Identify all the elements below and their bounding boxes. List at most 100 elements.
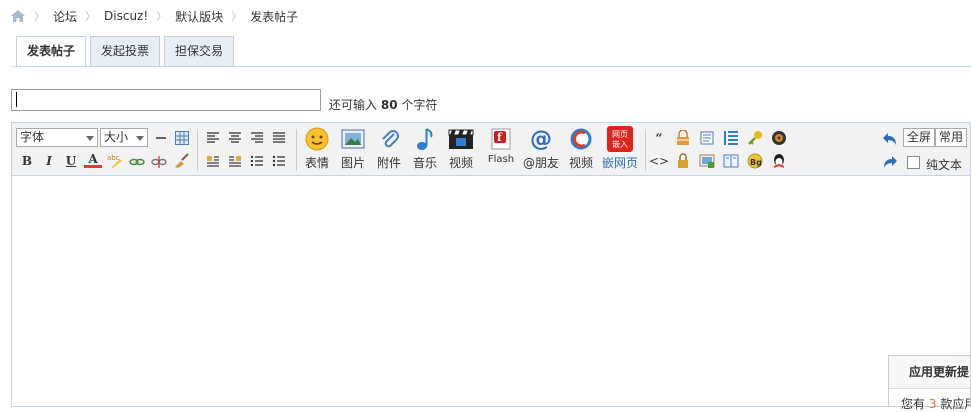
font-color-button[interactable]: A [84,152,102,168]
remaining-count: 80 [380,98,398,112]
remaining-prefix: 还可输入 [329,98,378,112]
tab-trade[interactable]: 担保交易 [164,36,235,66]
emoji-label: 表情 [304,156,329,170]
at-sign-icon: @ [530,126,552,152]
breadcrumb-separator: 〉 [156,10,168,23]
app-update-notification: 应用更新提 您有 3 款应用 [888,355,971,411]
align-left-icon[interactable] [204,129,222,147]
video-site-icon [568,126,594,152]
image-button[interactable]: 图片 [335,126,371,174]
sound-icon[interactable] [770,129,788,147]
align-right-icon[interactable] [248,129,266,147]
justify-icon[interactable] [270,129,288,147]
toolbar-separator [296,129,297,171]
link-icon[interactable] [128,152,146,170]
code-icon[interactable]: <> [649,152,669,170]
video-label: 视频 [448,156,473,170]
breadcrumb-default-board[interactable]: 默认版块 [175,8,223,25]
paging-icon[interactable] [722,129,740,147]
text-caret [16,92,17,107]
embed-icon-text: 网页 嵌入 [612,130,628,149]
undo-icon[interactable] [881,130,899,148]
tab-poll[interactable]: 发起投票 [90,36,161,66]
remaining-chars: 还可输入 80 个字符 [329,96,437,113]
mention-button[interactable]: @ @朋友 [520,126,562,174]
italic-button[interactable]: I [40,152,58,170]
font-family-value: 字体 [20,130,45,144]
align-center-icon[interactable] [226,129,244,147]
image-insert-icon[interactable] [698,152,716,170]
toolbar-separator [197,129,198,171]
unlink-icon[interactable] [150,152,168,170]
free-content-icon[interactable] [674,152,692,170]
chevron-down-icon [86,136,94,141]
music-button[interactable]: 音乐 [407,126,443,174]
editor-content-area[interactable] [12,176,970,406]
breadcrumb-discuz[interactable]: Discuz! [104,9,148,23]
post-type-tabs: 发表帖子 发起投票 担保交易 [16,36,235,67]
breadcrumb-separator: 〉 [85,10,97,23]
paperclip-icon [376,126,402,152]
table-icon[interactable] [173,129,191,147]
mention-label: @朋友 [522,156,559,170]
notification-body: 您有 3 款应用 [889,389,970,412]
embed-webpage-icon: 网页 嵌入 [607,126,633,152]
rich-text-editor: 字体 大小 B I U A abc 表情 图片 附件 音乐 视频 f Flash… [11,122,971,407]
home-icon[interactable] [10,9,26,23]
attachment-button[interactable]: 附件 [371,126,407,174]
music-note-icon [412,126,438,152]
music-label: 音乐 [412,156,437,170]
flash-button[interactable]: f Flash [483,126,519,174]
unordered-list-icon[interactable] [270,152,288,170]
breadcrumb-current: 发表帖子 [250,9,299,24]
common-button[interactable]: 常用 [935,128,968,147]
breadcrumb: 〉 论坛 〉 Discuz! 〉 默认版块 〉 发表帖子 [10,6,298,26]
attachment-label: 附件 [376,156,401,170]
notification-title: 应用更新提 [889,356,970,389]
font-size-select[interactable]: 大小 [100,128,148,147]
plaintext-checkbox[interactable] [907,156,920,169]
notification-count: 3 [928,397,937,411]
video-site-button[interactable]: 视频 [563,126,599,174]
remaining-suffix: 个字符 [401,98,438,112]
video-site-label: 视频 [568,156,593,170]
notification-prefix: 您有 [901,397,926,411]
background-icon[interactable]: Bg [746,152,764,170]
chevron-down-icon [136,136,144,141]
embed-webpage-button[interactable]: 网页 嵌入 嵌网页 [599,126,641,174]
embed-webpage-label: 嵌网页 [601,156,638,170]
font-size-value: 大小 [104,130,129,144]
editor-toolbar: 字体 大小 B I U A abc 表情 图片 附件 音乐 视频 f Flash… [12,123,970,176]
float-right-icon[interactable] [226,152,244,170]
plaintext-label: 纯文本 [926,158,963,172]
tab-post-thread[interactable]: 发表帖子 [16,36,87,67]
breadcrumb-forum[interactable]: 论坛 [53,8,77,25]
video-button[interactable]: 视频 [443,126,479,174]
smiley-icon [304,126,330,152]
highlight-icon[interactable]: abc [106,152,124,170]
underline-button[interactable]: U [62,152,80,170]
subject-input[interactable] [11,89,321,111]
notification-suffix: 款应用 [940,397,970,411]
clear-format-icon[interactable] [172,152,190,170]
image-label: 图片 [340,156,365,170]
float-left-icon[interactable] [204,152,222,170]
redo-icon[interactable] [881,153,899,171]
layout-icon[interactable] [722,152,740,170]
qq-icon[interactable] [770,152,788,170]
fullscreen-button[interactable]: 全屏 [903,128,936,147]
hide-content-icon[interactable] [674,129,692,147]
horizontal-rule-icon[interactable] [152,129,170,147]
quote-icon[interactable]: “ [650,129,668,147]
tab-divider [12,66,971,67]
font-family-select[interactable]: 字体 [16,128,98,147]
svg-text:abc: abc [107,154,120,162]
password-key-icon[interactable] [746,129,764,147]
flash-icon: f [488,126,514,152]
emoji-button[interactable]: 表情 [299,126,335,174]
bold-button[interactable]: B [18,152,36,170]
post-list-icon[interactable] [698,129,716,147]
clapperboard-icon [448,126,474,152]
svg-text:Bg: Bg [750,158,762,167]
ordered-list-icon[interactable] [248,152,266,170]
